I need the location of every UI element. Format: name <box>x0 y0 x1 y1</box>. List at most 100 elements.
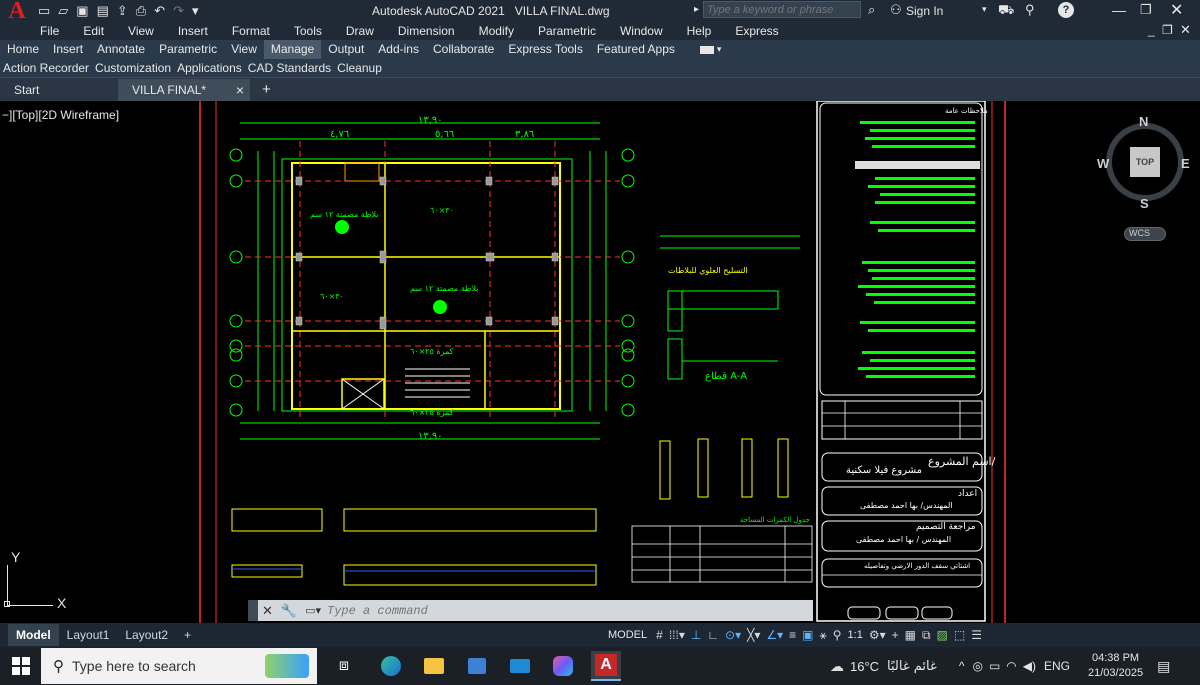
doc-close-icon[interactable]: ✕ <box>1180 22 1191 38</box>
plus-icon[interactable]: + <box>892 628 899 642</box>
tab-output[interactable]: Output <box>321 40 371 59</box>
panel-action-recorder[interactable]: Action Recorder <box>0 61 92 75</box>
new-layout-button[interactable]: + <box>176 624 199 646</box>
dropdown-icon[interactable]: ▾ <box>192 3 199 19</box>
autocad-logo-icon[interactable]: A <box>0 0 34 24</box>
language-indicator[interactable]: ENG <box>1044 659 1070 673</box>
menu-draw[interactable]: Draw <box>334 24 386 38</box>
menu-insert[interactable]: Insert <box>166 24 220 38</box>
panel-customization[interactable]: Customization <box>92 61 174 75</box>
menu-tools[interactable]: Tools <box>282 24 334 38</box>
battery-icon[interactable]: ▭ <box>989 659 1000 673</box>
menu-view[interactable]: View <box>116 24 166 38</box>
tab-annotate[interactable]: Annotate <box>90 40 152 59</box>
workspace-gear-icon[interactable]: ⚙▾ <box>869 628 886 642</box>
save-icon[interactable]: ▣ <box>76 3 88 19</box>
polar-icon[interactable]: ⊙▾ <box>725 628 741 642</box>
compass-n[interactable]: N <box>1139 114 1148 129</box>
tab-home[interactable]: Home <box>0 40 46 59</box>
annotation-scale-value[interactable]: 1:1 <box>848 629 863 641</box>
saveas-icon[interactable]: ▤ <box>97 3 109 19</box>
infer-icon[interactable]: ⊥ <box>691 628 701 642</box>
windows-start-icon[interactable] <box>6 651 36 681</box>
wifi-icon[interactable]: ◠ <box>1006 659 1016 673</box>
drawing-viewport[interactable]: −][Top][2D Wireframe] ٤,٧٦ ٥,٦٦ ٣,٨٦ ١٣,… <box>0 101 1200 623</box>
sign-in-dropdown-icon[interactable]: ▾ <box>982 4 987 15</box>
search-arrow-icon[interactable]: ▸ <box>694 4 699 15</box>
menu-file[interactable]: File <box>28 24 71 38</box>
grid-icon[interactable]: # <box>656 628 663 642</box>
binoculars-icon[interactable]: ⌕ <box>868 2 875 18</box>
view-cube[interactable]: TOP <box>1106 123 1184 201</box>
tab-villa-final[interactable]: VILLA FINAL* × <box>118 79 250 101</box>
units-icon[interactable]: ▦ <box>905 628 916 642</box>
compass-e[interactable]: E <box>1181 156 1190 171</box>
close-tab-icon[interactable]: × <box>236 79 244 101</box>
customize-command-icon[interactable]: 🔧 <box>281 603 297 619</box>
mail-icon[interactable] <box>505 651 535 681</box>
weather-icon[interactable]: ☁ <box>830 658 844 675</box>
taskbar-search-box[interactable]: ⚲ Type here to search <box>41 648 317 684</box>
isodraft-icon[interactable]: ╳▾ <box>747 628 760 642</box>
notification-icon[interactable]: ▤ <box>1157 658 1170 675</box>
wcs-button[interactable]: WCS <box>1124 227 1166 241</box>
menu-edit[interactable]: Edit <box>71 24 116 38</box>
new-tab-button[interactable]: + <box>262 79 271 101</box>
autocad-taskbar-icon[interactable]: A <box>591 651 621 681</box>
file-explorer-icon[interactable] <box>419 651 449 681</box>
menu-modify[interactable]: Modify <box>467 24 526 38</box>
volume-icon[interactable]: ◀) <box>1023 659 1036 673</box>
tab-manage[interactable]: Manage <box>263 40 322 59</box>
ortho-icon[interactable]: ∟ <box>707 628 719 642</box>
new-icon[interactable]: ▭ <box>38 3 50 19</box>
help-search-input[interactable] <box>703 1 861 18</box>
command-input[interactable] <box>325 602 813 619</box>
menu-window[interactable]: Window <box>608 24 675 38</box>
annotation-visibility-icon[interactable]: ⚹ <box>820 628 827 643</box>
tab-layout2[interactable]: Layout2 <box>117 624 176 646</box>
tab-start[interactable]: Start <box>0 79 118 101</box>
annotation-scale-icon[interactable]: ⚲ <box>833 628 842 642</box>
task-view-icon[interactable]: ⧈ <box>329 651 359 681</box>
isolate-icon[interactable]: ▨ <box>937 628 948 642</box>
print-icon[interactable]: ⎙ <box>136 3 146 19</box>
doc-minimize-icon[interactable]: _ <box>1148 23 1155 37</box>
close-window-icon[interactable]: ✕ <box>1170 0 1183 20</box>
redo-icon[interactable]: ↷ <box>173 3 184 19</box>
tab-layout1[interactable]: Layout1 <box>59 624 118 646</box>
clock[interactable]: 04:38 PM 21/03/2025 <box>1088 651 1143 681</box>
tab-featured-apps[interactable]: Featured Apps <box>590 40 682 59</box>
panel-cleanup[interactable]: Cleanup <box>334 61 385 75</box>
tab-view[interactable]: View <box>224 40 264 59</box>
tab-model[interactable]: Model <box>8 624 59 646</box>
compass-s[interactable]: S <box>1140 196 1149 211</box>
snap-icon[interactable]: ⁞⁞⁞▾ <box>669 628 685 642</box>
menu-parametric[interactable]: Parametric <box>526 24 608 38</box>
web-mobile-icon[interactable]: ⇪ <box>117 3 128 19</box>
open-icon[interactable]: ▱ <box>58 3 68 19</box>
fullscreen-icon[interactable]: ⬚ <box>954 628 965 642</box>
panel-applications[interactable]: Applications <box>174 61 245 75</box>
store-icon[interactable] <box>462 651 492 681</box>
tab-express-tools[interactable]: Express Tools <box>501 40 589 59</box>
panel-cad-standards[interactable]: CAD Standards <box>245 61 334 75</box>
compass-w[interactable]: W <box>1097 156 1109 171</box>
osnap-icon[interactable]: ∠▾ <box>766 628 783 642</box>
command-history-icon[interactable]: ▭▾ <box>305 604 321 617</box>
customize-menu-icon[interactable]: ☰ <box>971 628 982 642</box>
tray-chevron-icon[interactable]: ^ <box>959 659 965 673</box>
menu-help[interactable]: Help <box>675 24 724 38</box>
help-icon[interactable]: ? <box>1058 2 1074 18</box>
cart-icon[interactable]: ⛟ <box>998 2 1014 20</box>
restore-icon[interactable]: ❐ <box>1140 2 1152 18</box>
tab-parametric[interactable]: Parametric <box>152 40 224 59</box>
doc-restore-icon[interactable]: ❐ <box>1162 23 1173 37</box>
quick-properties-icon[interactable]: ⧉ <box>922 628 931 643</box>
command-line[interactable]: ✕ 🔧 ▭▾ <box>248 600 813 621</box>
ribbon-display-toggle-icon[interactable] <box>699 45 714 54</box>
tray-app-icon[interactable]: ◎ <box>972 659 982 673</box>
weather-temp[interactable]: 16°C <box>850 659 879 674</box>
sign-in-link[interactable]: Sign In <box>906 4 943 18</box>
weather-text[interactable]: غائم غالبًا <box>887 659 937 674</box>
model-space-toggle[interactable]: MODEL <box>608 629 647 641</box>
